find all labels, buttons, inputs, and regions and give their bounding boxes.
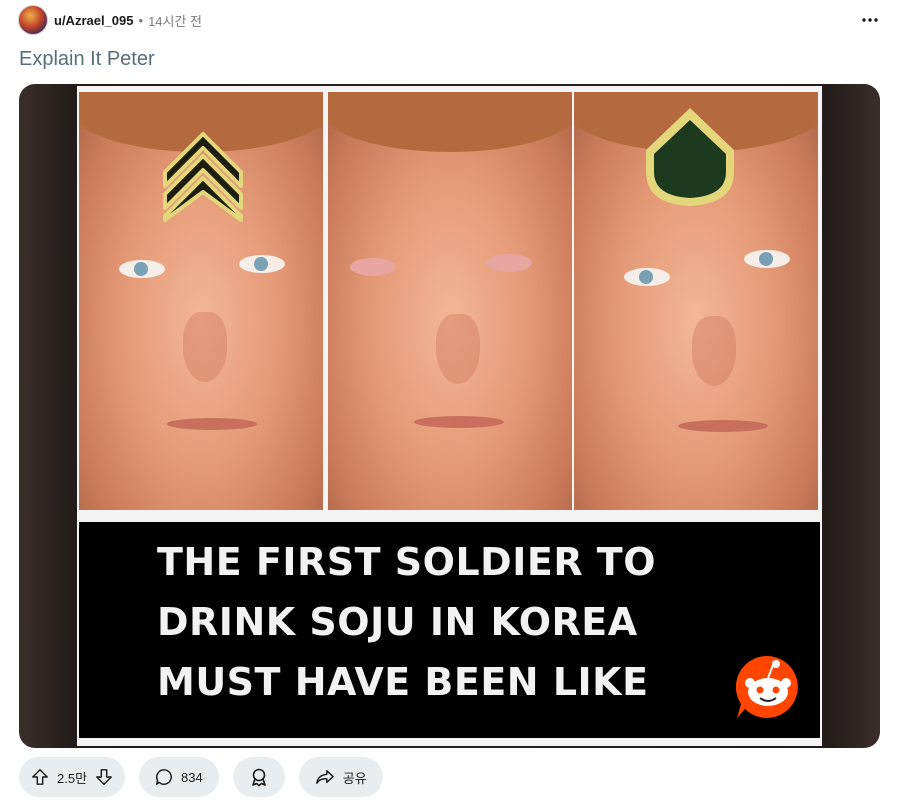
arrow-up-icon[interactable]	[31, 768, 49, 786]
meta-separator: •	[138, 12, 144, 28]
post-action-bar: 2.5만 834 공유	[19, 757, 383, 797]
private-first-class-rank-icon	[646, 108, 734, 206]
vote-count: 2.5만	[57, 770, 88, 786]
share-label: 공유	[342, 770, 367, 786]
share-button[interactable]: 공유	[298, 757, 383, 797]
meme-panel-pfc	[574, 92, 818, 510]
meme-image: THE FIRST SOLDIER TO DRINK SOJU IN KOREA…	[77, 86, 822, 746]
meme-panel-blinking	[328, 92, 572, 510]
award-icon	[251, 768, 266, 787]
more-options-button[interactable]	[858, 10, 882, 30]
caption-line-3: MUST HAVE BEEN LIKE	[157, 660, 649, 704]
post-media[interactable]: THE FIRST SOLDIER TO DRINK SOJU IN KOREA…	[19, 84, 880, 748]
comment-count: 834	[181, 769, 203, 785]
vote-control: 2.5만	[19, 757, 126, 797]
comments-button[interactable]: 834	[139, 757, 219, 797]
caption-line-2: DRINK SOJU IN KOREA	[157, 600, 638, 644]
meme-caption: THE FIRST SOLDIER TO DRINK SOJU IN KOREA…	[79, 522, 820, 738]
reddit-snoo-logo-icon	[735, 655, 798, 718]
author-name[interactable]: u/Azrael_095	[54, 13, 134, 28]
post-header: u/Azrael_095 • 14시간 전	[18, 4, 882, 36]
sergeant-chevron-icon	[163, 132, 243, 222]
share-arrow-icon	[315, 769, 334, 785]
caption-line-1: THE FIRST SOLDIER TO	[157, 540, 657, 584]
post-time: 14시간 전	[148, 13, 203, 29]
author-avatar[interactable]	[18, 5, 48, 35]
comment-bubble-icon	[156, 769, 172, 785]
arrow-down-icon[interactable]	[95, 768, 113, 786]
meme-panel-sergeant	[79, 92, 323, 510]
post-title[interactable]: Explain It Peter	[19, 48, 155, 71]
more-horizontal-icon	[862, 18, 878, 22]
award-button[interactable]	[232, 757, 285, 797]
